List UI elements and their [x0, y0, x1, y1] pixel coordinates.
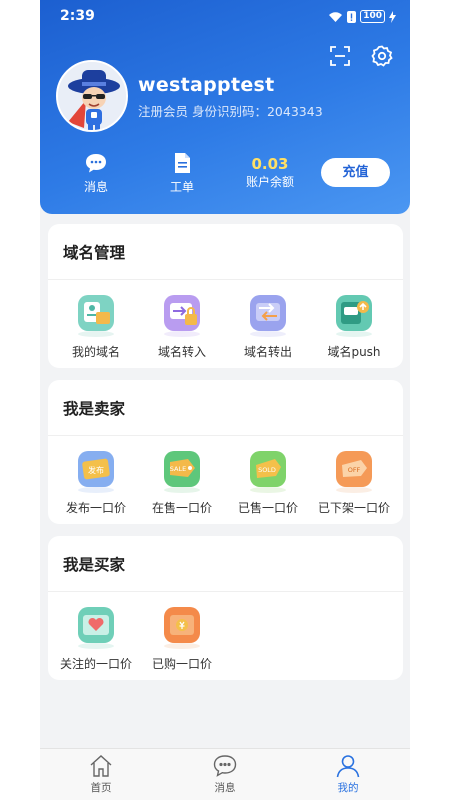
- battery-icon: 100: [360, 10, 385, 23]
- profile-header: 2:39 100 westapptest 注册会员 身份识别码：2043343 …: [40, 0, 410, 214]
- sale-tag-text: SALE: [170, 465, 186, 473]
- settings-gear-icon[interactable]: [370, 44, 394, 68]
- seller-grid: 发布 发布一口价 SALE 在售一口价 SOLD 已售一口价 OFF 已下架一口…: [48, 436, 403, 524]
- domain-transfer-in-item[interactable]: 域名转入: [138, 292, 226, 360]
- domain-transfer-out-label: 域名转出: [243, 345, 292, 359]
- domain-push-label: 域名push: [327, 345, 381, 359]
- domain-management-card: 域名管理 我的域名 域名转入 域名转出 域名push: [48, 224, 403, 368]
- domain-push-icon: [336, 295, 372, 337]
- member-info: 注册会员 身份识别码：2043343: [138, 104, 323, 119]
- buyer-card: 我是买家 关注的一口价 已购一口价: [48, 536, 403, 680]
- home-icon: [90, 755, 112, 777]
- messages-stat[interactable]: 消息: [56, 150, 136, 195]
- phone-screen: 2:39 100 westapptest 注册会员 身份识别码：2043343 …: [40, 0, 410, 800]
- alert-icon: [347, 10, 357, 23]
- domain-transfer-out-item[interactable]: 域名转出: [224, 292, 312, 360]
- sold-tag-text: SOLD: [258, 466, 276, 474]
- sold-label: 已售一口价: [237, 501, 298, 515]
- charging-icon: [389, 10, 396, 23]
- off-shelf-icon: OFF: [336, 451, 372, 493]
- followed-price-label: 关注的一口价: [59, 657, 132, 671]
- tickets-label: 工单: [169, 180, 194, 194]
- chat-bubble-icon: [86, 154, 106, 173]
- domain-transfer-in-icon: [164, 295, 200, 337]
- wifi-icon: [329, 11, 343, 22]
- off-tag-text: OFF: [348, 466, 361, 474]
- person-icon: [336, 755, 360, 778]
- balance-label: 账户余额: [245, 175, 294, 189]
- my-domain-icon: [78, 295, 114, 337]
- my-domain-item[interactable]: 我的域名: [52, 292, 140, 360]
- avatar[interactable]: [56, 60, 128, 132]
- tab-home[interactable]: 首页: [61, 754, 141, 795]
- seller-section-title: 我是卖家: [48, 380, 403, 436]
- tab-messages-label: 消息: [214, 782, 236, 794]
- balance-stat[interactable]: 0.03 账户余额: [230, 150, 310, 190]
- publish-price-item[interactable]: 发布 发布一口价: [52, 448, 140, 516]
- my-domain-label: 我的域名: [71, 345, 120, 359]
- domain-grid: 我的域名 域名转入 域名转出 域名push: [48, 280, 403, 368]
- status-time: 2:39: [60, 8, 95, 24]
- followed-price-item[interactable]: 关注的一口价: [52, 604, 140, 672]
- off-shelf-label: 已下架一口价: [317, 501, 390, 515]
- on-sale-item[interactable]: SALE 在售一口价: [138, 448, 226, 516]
- messages-label: 消息: [83, 180, 108, 194]
- tickets-stat[interactable]: 工单: [142, 150, 222, 195]
- status-icons: 100: [328, 10, 396, 23]
- seller-card: 我是卖家 发布 发布一口价 SALE 在售一口价 SOLD 已售一口价 OFF …: [48, 380, 403, 524]
- balance-value: 0.03: [251, 155, 289, 173]
- tab-mine[interactable]: 我的: [308, 754, 388, 795]
- publish-tag-text: 发布: [88, 465, 104, 475]
- tab-messages[interactable]: 消息: [185, 754, 265, 795]
- header-actions: [328, 44, 394, 68]
- document-icon: [175, 153, 190, 173]
- domain-transfer-in-label: 域名转入: [157, 345, 206, 359]
- status-bar: 2:39 100: [60, 8, 396, 26]
- publish-price-icon: 发布: [78, 451, 114, 493]
- scan-icon[interactable]: [328, 44, 352, 68]
- username: westapptest: [138, 74, 275, 96]
- bottom-tab-bar: 首页 消息 我的: [40, 748, 410, 800]
- purchased-price-label: 已购一口价: [151, 657, 212, 671]
- message-bubble-icon: [213, 755, 237, 777]
- domain-push-item[interactable]: 域名push: [310, 292, 398, 360]
- on-sale-label: 在售一口价: [151, 501, 212, 515]
- domain-section-title: 域名管理: [48, 224, 403, 280]
- purchased-price-item[interactable]: 已购一口价: [138, 604, 226, 672]
- tab-home-label: 首页: [90, 782, 112, 794]
- buyer-section-title: 我是买家: [48, 536, 403, 592]
- off-shelf-item[interactable]: OFF 已下架一口价: [310, 448, 398, 516]
- publish-price-label: 发布一口价: [65, 501, 126, 515]
- tab-mine-label: 我的: [337, 782, 359, 794]
- buyer-grid: 关注的一口价 已购一口价: [48, 592, 403, 680]
- sold-item[interactable]: SOLD 已售一口价: [224, 448, 312, 516]
- sold-icon: SOLD: [250, 451, 286, 493]
- purchased-price-icon: [164, 607, 200, 649]
- on-sale-icon: SALE: [164, 451, 200, 493]
- domain-transfer-out-icon: [250, 295, 286, 337]
- recharge-button[interactable]: 充值: [321, 158, 390, 187]
- followed-price-icon: [78, 607, 114, 649]
